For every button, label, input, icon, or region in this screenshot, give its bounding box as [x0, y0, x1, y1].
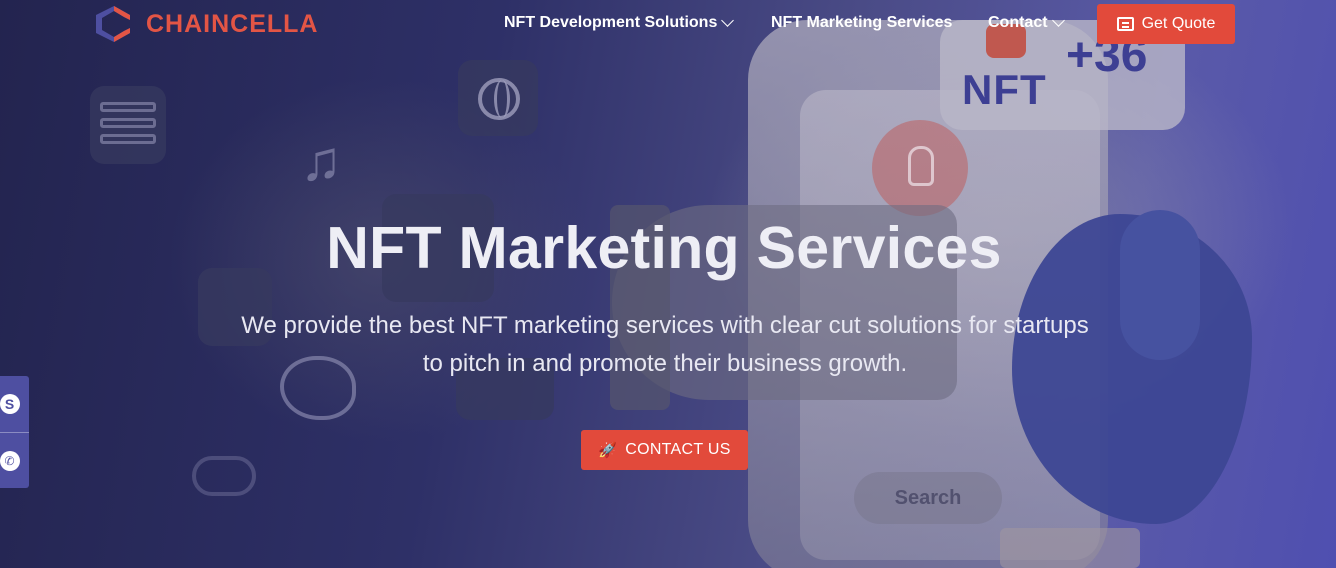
skype-icon: S: [0, 393, 20, 414]
skype-button[interactable]: S: [0, 376, 29, 431]
chevron-down-icon: [721, 13, 735, 27]
phone-icon: ✆: [0, 450, 20, 471]
contact-us-button[interactable]: 🚀 CONTACT US: [581, 430, 748, 470]
brand-name: CHAINCELLA: [146, 10, 319, 38]
brand-logo[interactable]: CHAINCELLA: [94, 4, 319, 44]
top-navigation: CHAINCELLA NFT Development Solutions NFT…: [0, 0, 1336, 48]
get-quote-button[interactable]: Get Quote: [1097, 4, 1235, 44]
phone-button[interactable]: ✆: [0, 433, 29, 488]
search-pill-illustration: Search: [854, 472, 1002, 524]
nav-item-nft-marketing-services[interactable]: NFT Marketing Services: [771, 14, 952, 32]
nav-item-label: NFT Marketing Services: [771, 14, 953, 31]
contact-us-label: CONTACT US: [625, 441, 731, 458]
nav-item-label: NFT Development Solutions: [504, 14, 718, 31]
nav-item-contact[interactable]: Contact: [988, 13, 1065, 32]
side-contact-bar: S ✆: [0, 376, 29, 488]
chaincella-logo-icon: [96, 6, 130, 42]
hero-section: NFT +36 Search ♫: [0, 0, 1336, 568]
nav-item-nft-development-solutions[interactable]: NFT Development Solutions: [504, 13, 735, 32]
rocket-icon: 🚀: [598, 442, 618, 459]
nav-item-label: Contact: [988, 14, 1048, 31]
page-title: NFT Marketing Services: [326, 215, 1002, 281]
gamepad-icon: [192, 456, 256, 496]
profile-icon: [908, 146, 934, 186]
nft-badge-text: NFT: [962, 66, 1047, 113]
pot-illustration: [1000, 528, 1140, 568]
get-quote-label: Get Quote: [1141, 15, 1216, 32]
message-icon: [1116, 17, 1134, 31]
server-icon: [100, 102, 156, 154]
globe-icon: [478, 78, 520, 120]
guitar-icon: ♫: [300, 129, 342, 192]
hero-subtitle: We provide the best NFT marketing servic…: [241, 312, 1089, 377]
chevron-down-icon: [1051, 13, 1065, 27]
